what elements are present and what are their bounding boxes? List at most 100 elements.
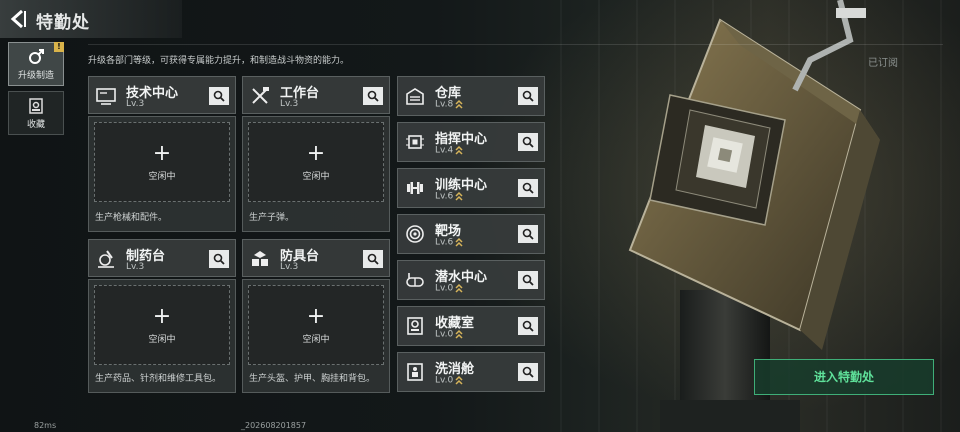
search-button[interactable]	[518, 133, 538, 151]
upgrade-arrow-icon	[455, 191, 463, 201]
search-icon	[213, 90, 225, 102]
search-icon	[522, 366, 534, 378]
subscribed-label: 已订阅	[868, 58, 898, 69]
facility-card-command-center[interactable]: 指挥中心 Lv.4	[397, 122, 545, 162]
nav-label: 收藏	[26, 120, 45, 130]
back-arrow-icon	[10, 9, 26, 29]
upgrade-arrow-icon	[455, 99, 463, 109]
add-icon: +	[152, 304, 172, 329]
facility-card-training-center[interactable]: 训练中心 Lv.6	[397, 168, 545, 208]
slot-status: 空闲中	[302, 172, 330, 182]
nav-upgrade-manufacture[interactable]: 升级制造 !	[8, 42, 64, 86]
divider	[88, 44, 943, 45]
facility-card-decontamination[interactable]: 洗消舱 Lv.0	[397, 352, 545, 392]
search-icon	[367, 90, 379, 102]
collection-icon	[29, 98, 43, 114]
search-icon	[522, 228, 534, 240]
unit-card-pharmacy[interactable]: 制药台 Lv.3	[88, 239, 236, 277]
tools-icon	[252, 87, 269, 104]
facility-level: Lv.0	[435, 375, 454, 386]
unit-description: 生产枪械和配件。	[95, 213, 168, 223]
search-button[interactable]	[518, 225, 538, 243]
search-icon	[522, 320, 534, 332]
unit-card-workbench[interactable]: 工作台 Lv.3	[242, 76, 390, 114]
unit-level: Lv.3	[126, 99, 145, 109]
production-slot[interactable]: + 空闲中	[94, 122, 230, 202]
unit-description: 生产头盔、护甲、胸挂和背包。	[249, 374, 376, 384]
enter-special-ops-button[interactable]: 进入特勤处	[754, 359, 934, 395]
production-panel: + 空闲中 生产头盔、护甲、胸挂和背包。	[242, 279, 390, 393]
search-icon	[522, 90, 534, 102]
unit-description: 生产子弹。	[249, 213, 295, 223]
facility-level: Lv.0	[435, 283, 454, 294]
search-icon	[522, 182, 534, 194]
warehouse-icon	[406, 88, 424, 105]
unit-card-armor-bench[interactable]: 防具台 Lv.3	[242, 239, 390, 277]
status-footer: 82ms _202608201857	[34, 421, 306, 430]
unit-level: Lv.3	[280, 262, 299, 272]
unit-level: Lv.3	[280, 99, 299, 109]
slot-status: 空闲中	[302, 335, 330, 345]
page-subtitle: 升级各部门等级，可获得专属能力提升，和制造战斗物资的能力。	[88, 56, 350, 66]
facility-level: Lv.6	[435, 191, 454, 202]
header-bar: 特勤处	[0, 0, 182, 38]
facility-card-warehouse[interactable]: 仓库 Lv.8	[397, 76, 545, 116]
production-slot[interactable]: + 空闲中	[94, 285, 230, 365]
search-button[interactable]	[363, 87, 383, 105]
microscope-icon	[98, 250, 114, 268]
facility-level: Lv.0	[435, 329, 454, 340]
add-icon: +	[306, 141, 326, 166]
page-title: 特勤处	[36, 13, 90, 33]
search-button[interactable]	[209, 250, 229, 268]
unit-level: Lv.3	[126, 262, 145, 272]
decontamination-icon	[407, 363, 423, 381]
add-icon: +	[306, 304, 326, 329]
production-panel: + 空闲中 生产枪械和配件。	[88, 116, 236, 232]
search-button[interactable]	[518, 87, 538, 105]
facility-card-shooting-range[interactable]: 靶场 Lv.6	[397, 214, 545, 254]
add-icon: +	[152, 141, 172, 166]
search-icon	[213, 253, 225, 265]
search-button[interactable]	[518, 317, 538, 335]
search-icon	[367, 253, 379, 265]
facility-card-diving-center[interactable]: 潜水中心 Lv.0	[397, 260, 545, 300]
computer-icon	[96, 88, 116, 105]
upgrade-arrow-icon	[455, 283, 463, 293]
facility-card-collection-room[interactable]: 收藏室 Lv.0	[397, 306, 545, 346]
chip-icon	[406, 135, 424, 149]
upgrade-gear-icon	[29, 49, 44, 64]
dumbbell-icon	[407, 182, 423, 194]
slot-status: 空闲中	[148, 172, 176, 182]
diving-icon	[406, 273, 424, 287]
armor-icon	[252, 251, 268, 266]
facility-level: Lv.8	[435, 99, 454, 110]
production-panel: + 空闲中 生产子弹。	[242, 116, 390, 232]
facility-level: Lv.6	[435, 237, 454, 248]
production-slot[interactable]: + 空闲中	[248, 122, 384, 202]
production-slot[interactable]: + 空闲中	[248, 285, 384, 365]
search-icon	[522, 274, 534, 286]
unit-card-tech-center[interactable]: 技术中心 Lv.3	[88, 76, 236, 114]
back-button[interactable]	[8, 8, 28, 30]
nav-label: 升级制造	[17, 71, 54, 81]
nav-collection[interactable]: 收藏	[8, 91, 64, 135]
target-icon	[406, 225, 424, 243]
build-version: _202608201857	[241, 421, 307, 430]
upgrade-arrow-icon	[455, 329, 463, 339]
unit-description: 生产药品、针剂和维修工具包。	[95, 374, 222, 384]
search-button[interactable]	[363, 250, 383, 268]
upgrade-arrow-icon	[455, 145, 463, 155]
upgrade-arrow-icon	[455, 237, 463, 247]
search-button[interactable]	[518, 363, 538, 381]
facility-level: Lv.4	[435, 145, 454, 156]
slot-status: 空闲中	[148, 335, 176, 345]
upgrade-arrow-icon	[455, 375, 463, 385]
search-button[interactable]	[518, 179, 538, 197]
collection-icon	[407, 317, 423, 335]
search-icon	[522, 136, 534, 148]
notification-badge: !	[54, 42, 64, 52]
ping-readout: 82ms	[34, 421, 57, 430]
search-button[interactable]	[518, 271, 538, 289]
search-button[interactable]	[209, 87, 229, 105]
production-panel: + 空闲中 生产药品、针剂和维修工具包。	[88, 279, 236, 393]
